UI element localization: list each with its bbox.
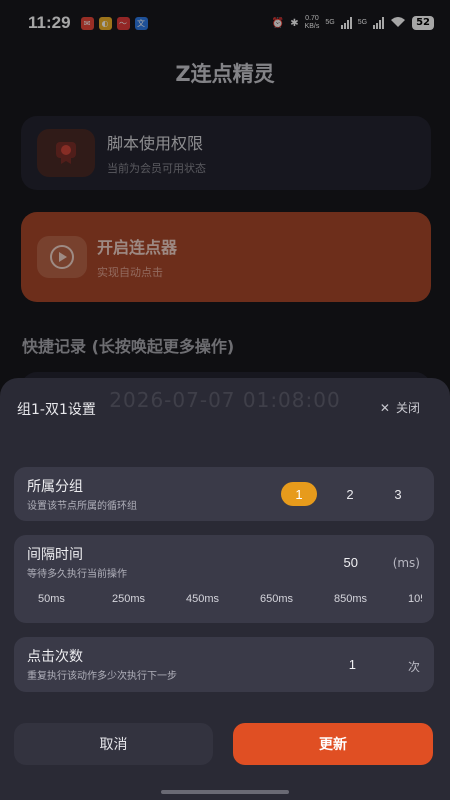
group-option-3[interactable]: 3 bbox=[383, 482, 413, 506]
group-desc: 设置该节点所属的循环组 bbox=[27, 501, 137, 512]
interval-input[interactable]: 50 bbox=[344, 555, 358, 570]
close-button[interactable]: ✕ 关闭 bbox=[380, 399, 420, 416]
group-options: 1 2 3 bbox=[281, 482, 413, 506]
home-indicator[interactable] bbox=[161, 790, 289, 794]
interval-presets[interactable]: 50ms 250ms 450ms 650ms 850ms 1050ms bbox=[38, 593, 422, 605]
interval-preset[interactable]: 650ms bbox=[260, 593, 334, 605]
close-icon: ✕ bbox=[379, 400, 390, 415]
interval-preset[interactable]: 50ms bbox=[38, 593, 112, 605]
sheet-title: 组1-双1设置 bbox=[17, 402, 96, 418]
interval-preset[interactable]: 450ms bbox=[186, 593, 260, 605]
interval-preset[interactable]: 1050ms bbox=[408, 593, 422, 605]
interval-unit: (ms) bbox=[392, 556, 420, 570]
close-label: 关闭 bbox=[395, 401, 420, 415]
click-count-desc: 重复执行该动作多少次执行下一步 bbox=[27, 671, 177, 682]
group-option-1[interactable]: 1 bbox=[281, 482, 317, 506]
interval-panel: 间隔时间 等待多久执行当前操作 50 (ms) 50ms 250ms 450ms… bbox=[14, 535, 434, 623]
group-option-2[interactable]: 2 bbox=[335, 482, 365, 506]
interval-preset[interactable]: 250ms bbox=[112, 593, 186, 605]
click-count-unit: 次 bbox=[407, 660, 420, 674]
group-label: 所属分组 bbox=[27, 479, 83, 495]
click-count-panel: 点击次数 重复执行该动作多少次执行下一步 1 次 bbox=[14, 637, 434, 692]
update-button[interactable]: 更新 bbox=[233, 723, 433, 765]
group-panel: 所属分组 设置该节点所属的循环组 1 2 3 bbox=[14, 467, 434, 521]
interval-preset[interactable]: 850ms bbox=[334, 593, 408, 605]
click-count-label: 点击次数 bbox=[27, 649, 83, 665]
settings-sheet: 2026-07-07 01:08:00 组1-双1设置 ✕ 关闭 所属分组 设置… bbox=[0, 378, 450, 800]
interval-label: 间隔时间 bbox=[27, 547, 83, 563]
cancel-button[interactable]: 取消 bbox=[14, 723, 213, 765]
click-count-input[interactable]: 1 bbox=[349, 657, 356, 672]
interval-desc: 等待多久执行当前操作 bbox=[27, 569, 127, 580]
